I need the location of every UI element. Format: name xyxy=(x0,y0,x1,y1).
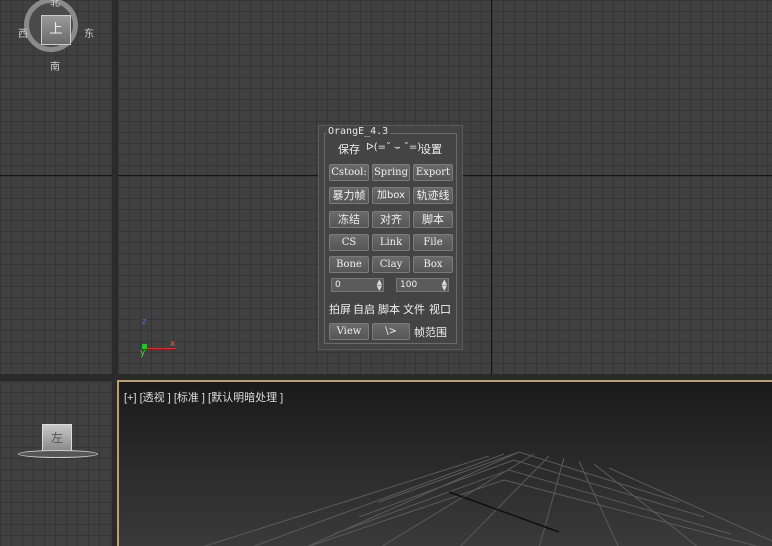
export-button[interactable]: Export xyxy=(413,164,453,181)
view-button[interactable]: View xyxy=(329,323,369,340)
perspective-viewport[interactable]: [+] [透视 ] [标准 ] [默认明暗处理 ] xyxy=(117,380,772,546)
cstool-button[interactable]: Cstool: xyxy=(329,164,369,181)
freeze-button[interactable]: 冻结 xyxy=(329,211,369,228)
perspective-grid xyxy=(203,451,772,546)
spinner-arrows-icon[interactable]: ▲ ▼ xyxy=(377,279,382,292)
autostart-button[interactable]: 自启 xyxy=(353,301,375,317)
gizmo-x-label: x xyxy=(170,339,176,349)
add-box-button[interactable]: 加box xyxy=(372,187,410,204)
capture-screen-button[interactable]: 拍屏 xyxy=(329,301,351,317)
panel-title: OrangE_4.3 xyxy=(326,126,391,137)
frame-start-spinner[interactable]: 0 ▲ ▼ xyxy=(331,278,384,292)
viewcube-icon[interactable]: 左 xyxy=(42,424,72,452)
compass-east-label: 东 xyxy=(84,29,94,40)
clay-button[interactable]: Clay xyxy=(372,256,410,273)
viewcube-base-disc xyxy=(18,450,98,458)
orange-script-panel[interactable]: OrangE_4.3 保存 ᐅ(=˘ ⌣ ˘=) 设置 Cstool: Spri… xyxy=(318,125,463,350)
slash-button[interactable]: \> xyxy=(372,323,410,340)
trajectory-button[interactable]: 轨迹线 xyxy=(413,187,453,204)
file-button[interactable]: File xyxy=(413,234,453,251)
viewport-text-button[interactable]: 视口 xyxy=(429,301,451,317)
bone-button[interactable]: Bone xyxy=(329,256,369,273)
align-button[interactable]: 对齐 xyxy=(372,211,410,228)
frame-range-button[interactable]: 帧范围 xyxy=(414,324,447,340)
spinner-arrows-icon[interactable]: ▲ ▼ xyxy=(442,279,447,292)
link-button[interactable]: Link xyxy=(372,234,410,251)
script-text-button[interactable]: 脚本 xyxy=(378,301,400,317)
compass-north-label: 北 xyxy=(50,0,60,9)
front-viewport[interactable]: 左 xyxy=(0,381,112,546)
frame-end-value: 100 xyxy=(400,280,418,290)
gizmo-z-label: z xyxy=(142,317,147,327)
settings-button[interactable]: 设置 xyxy=(420,141,442,157)
viewcube-icon[interactable]: 上 xyxy=(41,15,71,45)
emoticon-button[interactable]: ᐅ(=˘ ⌣ ˘=) xyxy=(366,142,421,153)
grid-axis-vertical xyxy=(491,0,492,374)
grid-axis-horizontal xyxy=(0,175,112,176)
left-viewport[interactable]: 上 北 西 东 南 xyxy=(0,0,112,374)
spring-button[interactable]: Spring xyxy=(372,164,410,181)
compass-south-label: 南 xyxy=(50,62,60,73)
script-button[interactable]: 脚本 xyxy=(413,211,453,228)
file-text-button[interactable]: 文件 xyxy=(403,301,425,317)
bake-keys-button[interactable]: 暴力帧 xyxy=(329,187,369,204)
compass-west-label: 西 xyxy=(18,29,28,40)
cs-button[interactable]: CS xyxy=(329,234,369,251)
save-button[interactable]: 保存 xyxy=(338,141,360,157)
frame-start-value: 0 xyxy=(335,280,341,290)
box-button[interactable]: Box xyxy=(413,256,453,273)
frame-end-spinner[interactable]: 100 ▲ ▼ xyxy=(396,278,449,292)
gizmo-y-label: y xyxy=(140,348,146,358)
